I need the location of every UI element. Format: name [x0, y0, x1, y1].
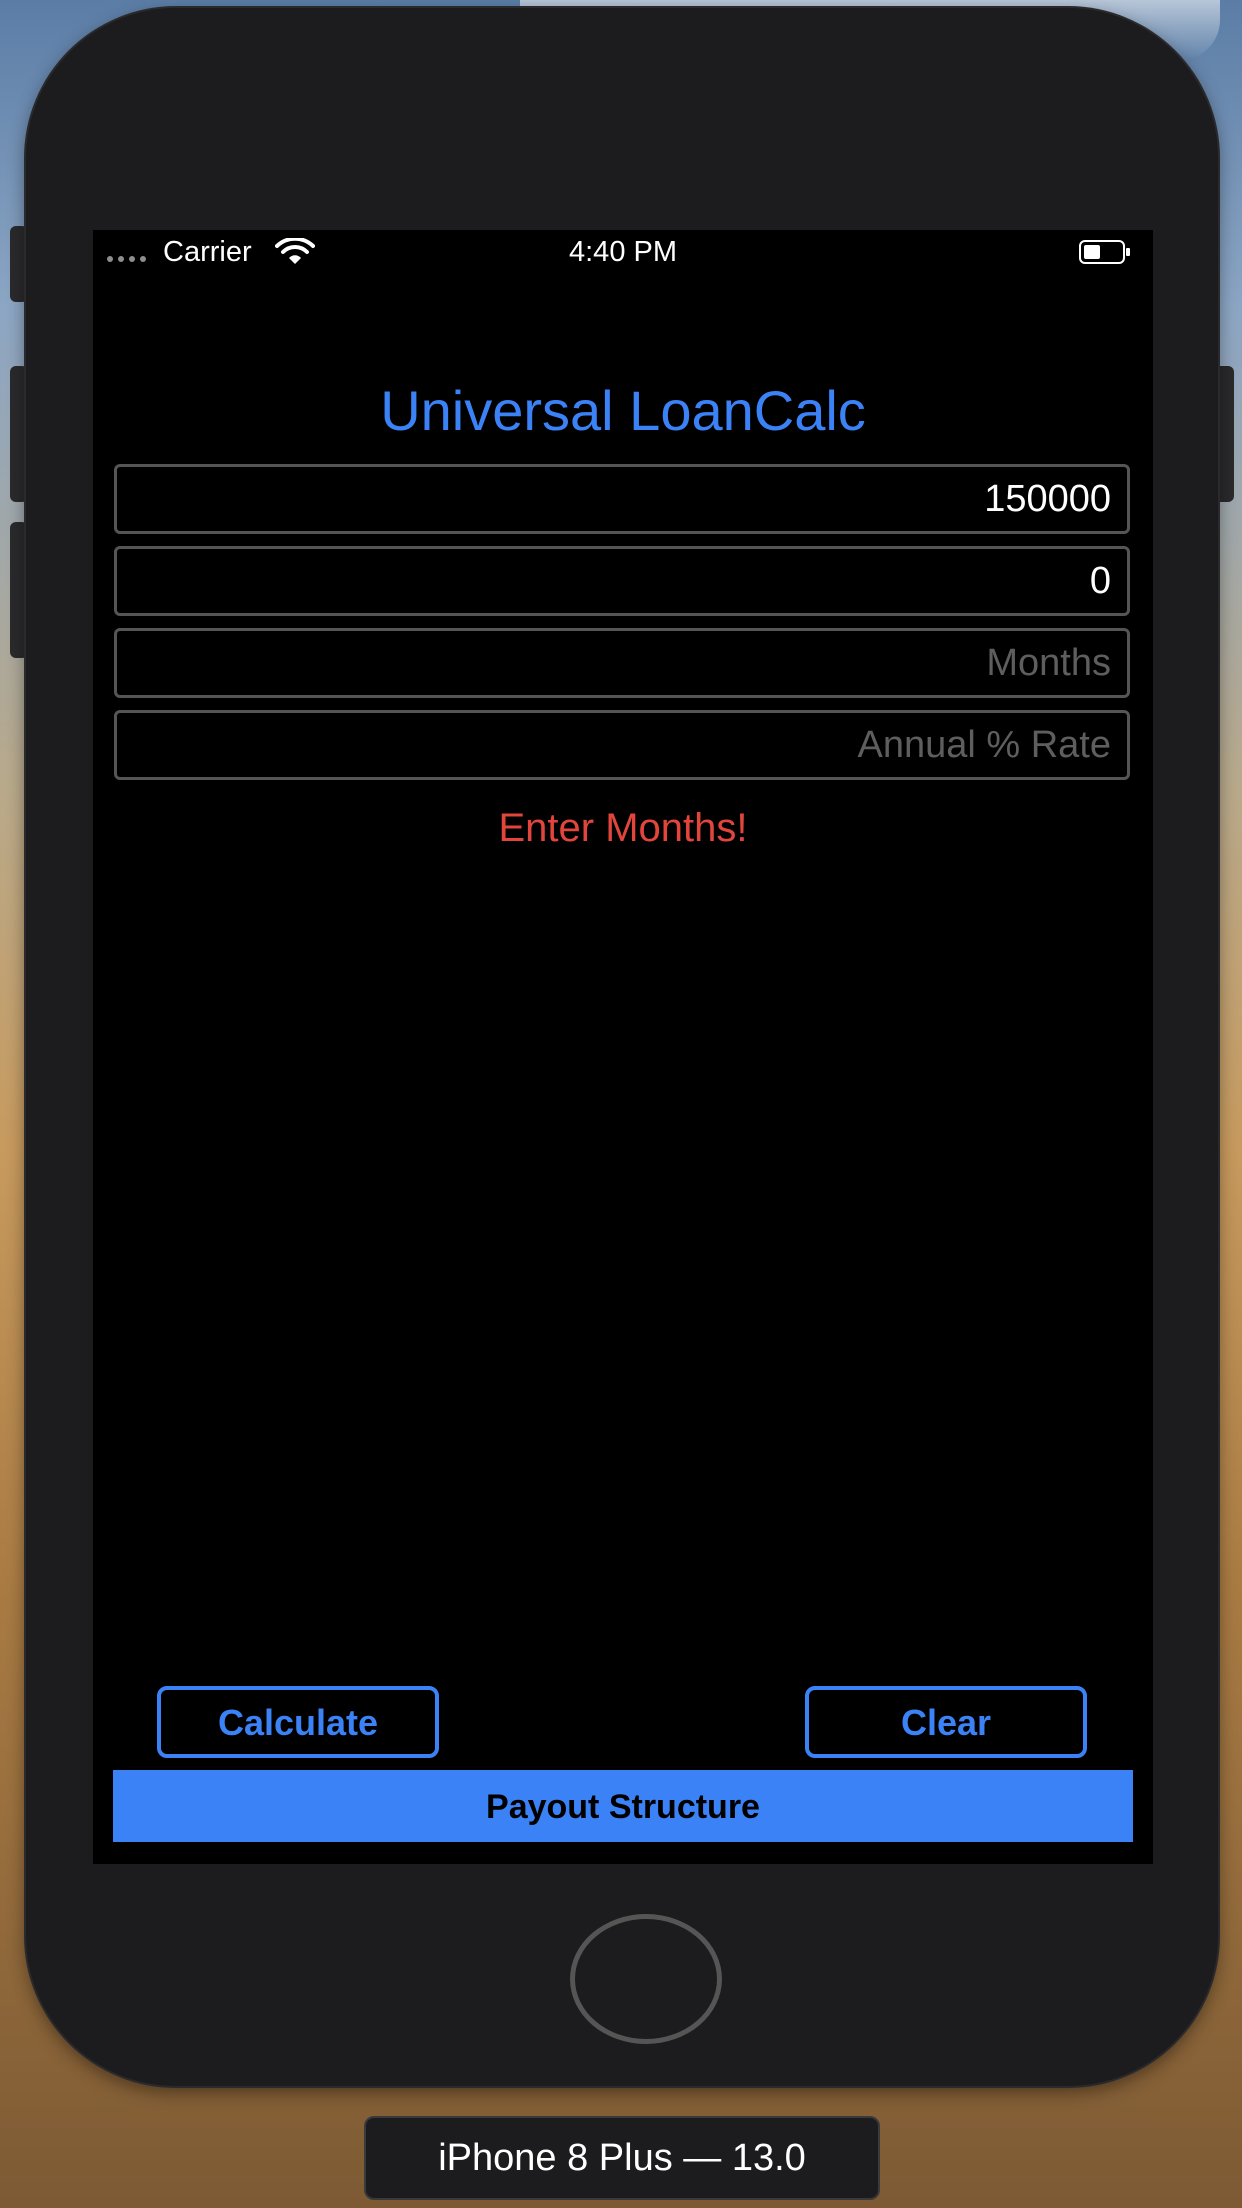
payout-structure-button[interactable]: Payout Structure [113, 1770, 1133, 1842]
down-payment-input[interactable] [114, 546, 1130, 616]
principal-input[interactable] [114, 464, 1130, 534]
status-bar: Carrier 4:40 PM [93, 230, 1153, 276]
battery-icon [1079, 240, 1130, 264]
months-input[interactable] [114, 628, 1130, 698]
app-title: Universal LoanCalc [380, 379, 866, 442]
simulator-device-label: iPhone 8 Plus — 13.0 [364, 2116, 880, 2200]
calculate-button[interactable]: Calculate [157, 1686, 439, 1758]
app-screen: Carrier 4:40 PM Universal LoanCalc Enter… [93, 230, 1153, 1864]
home-button[interactable] [570, 1914, 722, 2044]
annual-rate-input[interactable] [114, 710, 1130, 780]
error-message: Enter Months! [498, 806, 748, 850]
clear-button[interactable]: Clear [805, 1686, 1087, 1758]
status-time: 4:40 PM [569, 236, 677, 268]
